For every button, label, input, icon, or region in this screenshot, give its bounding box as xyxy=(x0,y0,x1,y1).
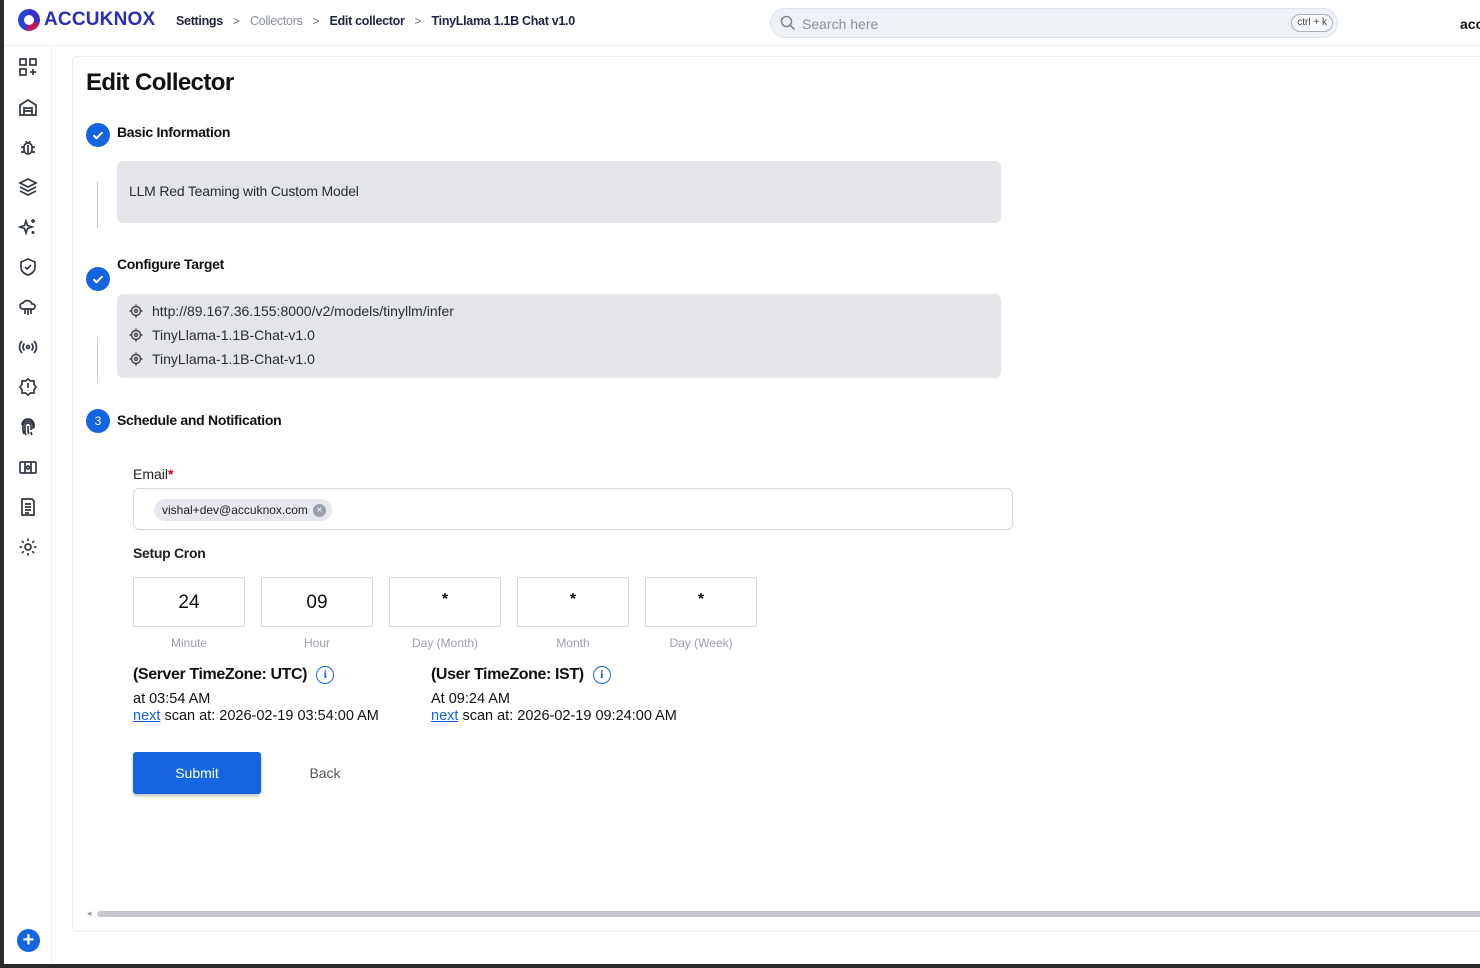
server-next-scan: next scan at: 2026-02-19 03:54:00 AM xyxy=(133,708,379,724)
info-icon[interactable]: i xyxy=(592,666,611,684)
breadcrumb-collectors[interactable]: Collectors xyxy=(250,14,303,28)
info-icon[interactable]: i xyxy=(316,666,335,684)
target-summary: http://89.167.36.155:8000/v2/models/tiny… xyxy=(117,294,1001,378)
email-label: Email* xyxy=(133,466,173,482)
collector-name: LLM Red Teaming with Custom Model xyxy=(129,183,359,199)
target-model-name: TinyLlama-1.1B-Chat-v1.0 xyxy=(152,351,315,367)
email-chip: vishal+dev@accuknox.com × xyxy=(154,499,332,521)
user-menu[interactable]: acc xyxy=(1460,16,1480,32)
sparkle-icon[interactable] xyxy=(17,216,39,238)
target-model: TinyLlama-1.1B-Chat-v1.0 xyxy=(152,327,315,343)
cron-hour-input[interactable]: 09 xyxy=(261,577,373,627)
cron-month-caption: Month xyxy=(556,636,590,650)
app-window: ACCUKNOX Settings > Collectors > Edit co… xyxy=(4,0,1480,964)
breadcrumb-edit-collector[interactable]: Edit collector xyxy=(330,14,405,28)
user-next-link[interactable]: next xyxy=(431,708,458,724)
cron-month-input[interactable]: * xyxy=(517,577,629,627)
cron-minute-caption: Minute xyxy=(170,636,208,650)
target-icon xyxy=(129,328,143,342)
step-2-title[interactable]: Configure Target xyxy=(117,256,224,272)
target-icon xyxy=(129,352,143,366)
step-3-badge: 3 xyxy=(86,409,110,433)
chevron-right-icon: > xyxy=(232,14,240,28)
step-2-check-icon xyxy=(86,267,110,291)
logo-text: ACCUKNOX xyxy=(44,9,156,30)
server-next-scan-text: scan at: 2026-02-19 03:54:00 AM xyxy=(160,708,379,724)
search-icon xyxy=(780,15,796,31)
step-3-title[interactable]: Schedule and Notification xyxy=(117,412,282,428)
required-marker: * xyxy=(168,466,174,482)
user-next-scan: next scan at: 2026-02-19 09:24:00 AM xyxy=(431,708,677,724)
step-1-title[interactable]: Basic Information xyxy=(117,124,230,140)
chevron-right-icon: > xyxy=(414,14,422,28)
top-bar: ACCUKNOX Settings > Collectors > Edit co… xyxy=(4,0,1480,46)
server-timezone-heading: (Server TimeZone: UTC) i xyxy=(133,666,335,684)
cron-day-month-caption: Day (Month) xyxy=(411,636,479,650)
step-connector xyxy=(97,181,98,228)
target-item: http://89.167.36.155:8000/v2/models/tiny… xyxy=(129,303,454,319)
logo-mark-icon xyxy=(18,9,40,31)
email-label-text: Email xyxy=(133,466,169,482)
chevron-right-icon: > xyxy=(312,14,320,28)
settings-gear-icon[interactable] xyxy=(17,536,39,558)
horizontal-scrollbar[interactable] xyxy=(97,911,1480,917)
logo[interactable]: ACCUKNOX xyxy=(18,9,155,31)
shield-icon[interactable] xyxy=(17,256,39,278)
breadcrumb: Settings > Collectors > Edit collector >… xyxy=(176,14,575,28)
bug-icon[interactable] xyxy=(17,136,39,158)
breadcrumb-settings[interactable]: Settings xyxy=(176,14,223,28)
report-icon[interactable] xyxy=(17,496,39,518)
target-endpoint: http://89.167.36.155:8000/v2/models/tiny… xyxy=(152,303,454,319)
shortcut-hint: ctrl + k xyxy=(1291,14,1333,32)
cron-day-week-caption: Day (Week) xyxy=(669,636,733,650)
layers-icon[interactable] xyxy=(17,176,39,198)
submit-button[interactable]: Submit xyxy=(133,752,261,794)
dashboard-icon[interactable] xyxy=(17,56,39,78)
email-chip-label: vishal+dev@accuknox.com xyxy=(162,503,308,517)
target-item: TinyLlama-1.1B-Chat-v1.0 xyxy=(129,327,315,343)
sidebar: + xyxy=(4,47,52,964)
add-button[interactable]: + xyxy=(17,929,40,952)
user-next-scan-text: scan at: 2026-02-19 09:24:00 AM xyxy=(458,708,677,724)
inventory-icon[interactable] xyxy=(17,96,39,118)
broadcast-icon[interactable] xyxy=(17,336,39,358)
cloud-icon[interactable] xyxy=(17,296,39,318)
email-field[interactable]: vishal+dev@accuknox.com × xyxy=(133,488,1013,530)
badge-alert-icon[interactable] xyxy=(17,376,39,398)
cron-day-month-input[interactable]: * xyxy=(389,577,501,627)
scroll-left-icon[interactable]: ◂ xyxy=(87,908,92,919)
ticket-icon[interactable] xyxy=(17,456,39,478)
basic-info-summary: LLM Red Teaming with Custom Model xyxy=(117,161,1001,223)
target-icon xyxy=(129,304,143,318)
user-timezone-label: (User TimeZone: IST) xyxy=(431,666,584,683)
breadcrumb-current: TinyLlama 1.1B Chat v1.0 xyxy=(431,14,576,28)
step-connector xyxy=(97,337,98,383)
search-input[interactable] xyxy=(802,14,1242,34)
server-next-link[interactable]: next xyxy=(133,708,160,724)
remove-chip-icon[interactable]: × xyxy=(312,503,326,517)
main-panel: Edit Collector Basic Information LLM Red… xyxy=(72,56,1480,932)
user-scan-time: At 09:24 AM xyxy=(431,691,510,707)
server-scan-time: at 03:54 AM xyxy=(133,691,211,707)
cron-minute-input[interactable]: 24 xyxy=(133,577,245,627)
search-bar[interactable]: ctrl + k xyxy=(770,8,1338,38)
server-timezone-label: (Server TimeZone: UTC) xyxy=(133,666,308,683)
step-1-check-icon xyxy=(86,123,110,147)
cron-day-week-input[interactable]: * xyxy=(645,577,757,627)
back-button[interactable]: Back xyxy=(295,752,355,794)
user-timezone-heading: (User TimeZone: IST) i xyxy=(431,666,611,684)
fingerprint-icon[interactable] xyxy=(17,416,39,438)
cron-hour-caption: Hour xyxy=(303,636,330,650)
setup-cron-label: Setup Cron xyxy=(133,545,206,561)
target-item: TinyLlama-1.1B-Chat-v1.0 xyxy=(129,351,315,367)
page-title: Edit Collector xyxy=(86,69,234,96)
